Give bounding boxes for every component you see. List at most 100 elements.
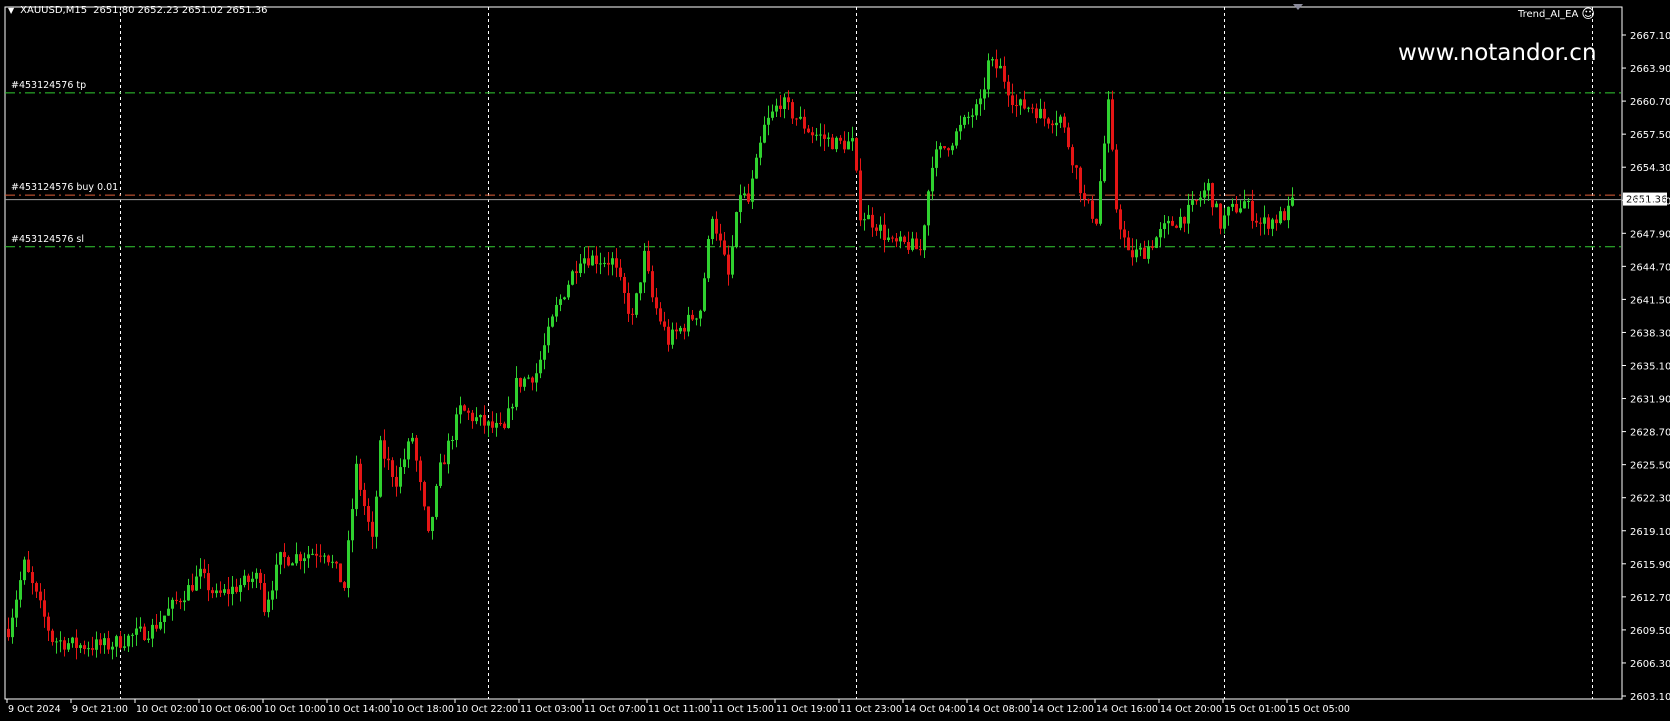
price-tick-label: 2609.50 [1630, 626, 1670, 637]
candle-body [631, 313, 634, 315]
candle-body [567, 284, 570, 298]
candle-body [807, 128, 810, 133]
price-tick-label: 2657.50 [1630, 130, 1670, 141]
time-tick-label: 15 Oct 01:00 [1224, 704, 1286, 715]
candle-body [959, 124, 962, 132]
price-tick-label: 2663.90 [1630, 64, 1670, 75]
candle-body [207, 573, 210, 591]
candle-body [183, 600, 186, 603]
candle-body [415, 437, 418, 461]
time-axis: 9 Oct 2024 9 Oct 21:00 10 Oct 02:00 10 Oct … [6, 699, 1350, 715]
candle-body [587, 258, 590, 266]
candle-body [867, 214, 870, 220]
candle-body [339, 563, 342, 583]
candle-body [523, 378, 526, 387]
price-tick-label: 2612.70 [1630, 593, 1670, 604]
candle-body [635, 293, 638, 315]
candle-body [519, 377, 522, 387]
ohlc-open: 2651.80 [93, 5, 135, 16]
candle-body [1219, 203, 1222, 229]
candle-body [143, 626, 146, 640]
time-tick-label: 10 Oct 10:00 [264, 704, 326, 715]
time-tick-label: 10 Oct 22:00 [456, 704, 518, 715]
candle-body [731, 247, 734, 275]
candle-body [1135, 249, 1138, 258]
candle-body [655, 297, 658, 309]
candle-body [783, 97, 786, 109]
candle-body [579, 263, 582, 274]
candle-body [43, 600, 46, 617]
candle-body [699, 310, 702, 319]
candle-body [1079, 167, 1082, 194]
candle-body [1235, 203, 1238, 213]
candle-body [727, 254, 730, 275]
candle-body [391, 460, 394, 477]
candle-body [995, 59, 998, 69]
candle-body [219, 590, 222, 593]
candle-body [499, 422, 502, 424]
candle-body [371, 521, 374, 537]
price-tick-label: 2625.50 [1630, 461, 1670, 472]
candle-body [927, 191, 930, 226]
ohlc-high: 2652.23 [137, 5, 179, 16]
price-tick-label: 2667.10 [1630, 31, 1670, 42]
candle-body [131, 634, 134, 636]
candle-body [1087, 199, 1090, 201]
candle-body [711, 218, 714, 240]
candle-body [911, 238, 914, 250]
candle-body [1183, 216, 1186, 224]
candle-body [1031, 107, 1034, 109]
candle-body [779, 105, 782, 109]
candle-body [723, 240, 726, 255]
candle-body [691, 314, 694, 320]
candle-body [675, 329, 678, 332]
time-tick-label: 10 Oct 06:00 [200, 704, 262, 715]
candle-body [575, 271, 578, 274]
candle-body [1131, 250, 1134, 258]
chart-header: ▼ XAUUSD,M15 2651.80 2652.23 2651.02 265… [8, 5, 268, 16]
candle-body [1179, 216, 1182, 228]
candle-body [887, 237, 890, 241]
candle-body [595, 255, 598, 265]
candle-body [451, 440, 454, 442]
candle-body [1023, 99, 1026, 109]
candle-body [439, 462, 442, 486]
time-tick-label: 14 Oct 20:00 [1160, 704, 1222, 715]
tp-order-label: #453124576 tp [11, 79, 87, 91]
candle-body [1155, 237, 1158, 248]
candle-body [647, 250, 650, 272]
candle-body [871, 214, 874, 228]
candle-body [707, 239, 710, 279]
candle-body [751, 178, 754, 202]
candle-body [1243, 201, 1246, 209]
candle-body [787, 97, 790, 103]
candle-body [607, 262, 610, 265]
candle-body [319, 555, 322, 557]
dropdown-triangle-icon[interactable]: ▼ [8, 6, 14, 15]
candle-body [827, 137, 830, 139]
candle-body [987, 60, 990, 90]
candle-body [275, 564, 278, 591]
expert-advisor-label[interactable]: Trend_AI_EA ☺ [1518, 7, 1595, 22]
price-axis: 2667.10 2663.90 2660.70 2657.50 2654.30 2651.… [1622, 31, 1670, 703]
candle-body [1103, 143, 1106, 182]
candle-body [803, 116, 806, 129]
candle-body [51, 630, 54, 642]
candle-body [283, 552, 286, 558]
candle-body [983, 89, 986, 99]
candle-body [1063, 116, 1066, 128]
candle-body [175, 599, 178, 601]
price-tick-label: 2606.30 [1630, 659, 1670, 670]
candle-body [1223, 215, 1226, 229]
candle-body [375, 496, 378, 537]
candle-body [351, 509, 354, 541]
candle-body [767, 117, 770, 125]
candle-body [1271, 219, 1274, 229]
candle-body [383, 440, 386, 459]
candle-body [763, 124, 766, 143]
candle-body [819, 134, 822, 136]
candle-body [719, 233, 722, 241]
candle-body [211, 590, 214, 594]
candle-body [303, 558, 306, 562]
price-chart[interactable]: 2651.36 2667.10 2663.90 2660.70 2657.50 2654… [0, 0, 1670, 721]
